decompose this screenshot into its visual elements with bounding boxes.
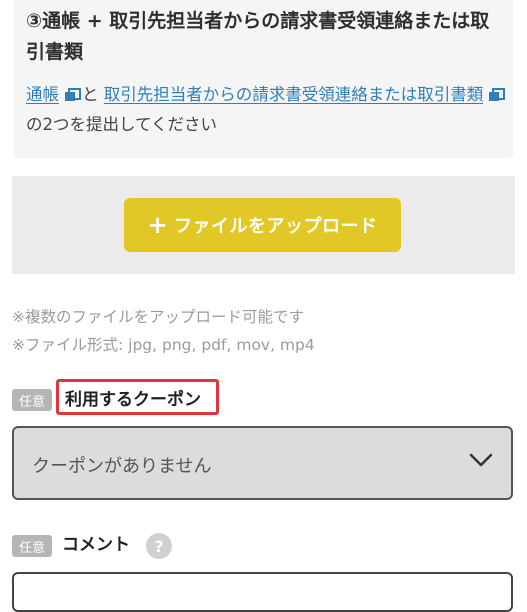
help-icon[interactable]: ? — [146, 533, 172, 559]
chevron-down-icon — [469, 453, 493, 467]
upload-file-button[interactable]: + ファイルをアップロード — [124, 198, 401, 252]
external-link-icon[interactable] — [65, 88, 81, 101]
submit-instruction-text: の2つを提出してください — [26, 115, 218, 134]
document-requirement-description: 通帳 と 取引先担当者からの請求書受領連絡または取引書類の2つを提出してください — [26, 80, 510, 140]
comment-label: コメント — [62, 535, 130, 555]
external-link-icon[interactable] — [489, 88, 506, 101]
transaction-document-link[interactable]: 取引先担当者からの請求書受領連絡または取引書類 — [104, 85, 484, 104]
multiple-files-note: ※複数のファイルをアップロード可能です — [12, 308, 304, 326]
coupon-label-text: 利用するクーポン — [65, 389, 201, 410]
comment-input[interactable] — [12, 572, 513, 612]
connector-text: と — [82, 85, 99, 104]
coupon-label: 利用するクーポン — [56, 379, 219, 415]
coupon-select[interactable]: クーポンがありません — [12, 426, 513, 500]
upload-area: + ファイルをアップロード — [12, 176, 515, 274]
coupon-select-value: クーポンがありません — [32, 456, 212, 477]
passbook-link[interactable]: 通帳 — [26, 85, 59, 104]
plus-icon: + — [147, 211, 169, 239]
comment-optional-badge: 任意 — [12, 535, 52, 557]
document-requirement-title: ③通帳 + 取引先担当者からの請求書受領連絡または取引書類 — [26, 10, 490, 63]
coupon-optional-badge: 任意 — [12, 389, 52, 411]
upload-button-label: ファイルをアップロード — [174, 216, 378, 237]
document-requirement-card: ③通帳 + 取引先担当者からの請求書受領連絡または取引書類 通帳 と 取引先担当者… — [14, 0, 513, 158]
file-formats-note: ※ファイル形式: jpg, png, pdf, mov, mp4 — [12, 336, 315, 354]
